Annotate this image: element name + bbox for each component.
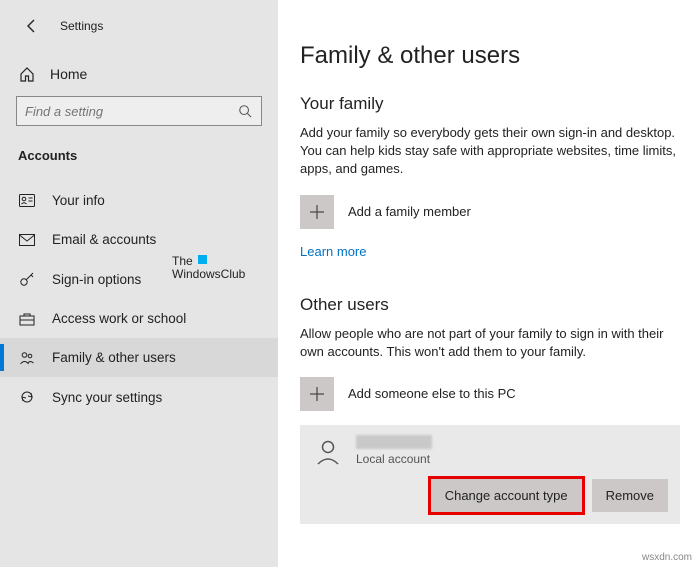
user-name-redacted	[356, 435, 432, 449]
learn-more-link[interactable]: Learn more	[300, 244, 366, 259]
nav-email-accounts[interactable]: Email & accounts	[0, 220, 278, 259]
home-icon	[18, 66, 36, 82]
plus-icon	[300, 195, 334, 229]
section-label: Accounts	[0, 148, 278, 181]
plus-icon	[300, 377, 334, 411]
search-icon	[237, 104, 253, 118]
other-users-desc: Allow people who are not part of your fa…	[300, 325, 680, 361]
main-content: Family & other users Your family Add you…	[278, 0, 700, 567]
remove-account-button[interactable]: Remove	[592, 479, 668, 512]
back-button[interactable]	[18, 12, 46, 40]
nav-sync-settings[interactable]: Sync your settings	[0, 377, 278, 417]
sync-icon	[18, 389, 36, 405]
user-avatar-icon	[312, 435, 344, 467]
arrow-left-icon	[24, 18, 40, 34]
nav-label: Sign-in options	[52, 272, 141, 287]
nav-label: Email & accounts	[52, 232, 156, 247]
people-icon	[18, 351, 36, 365]
nav-your-info[interactable]: Your info	[0, 181, 278, 220]
other-users-title: Other users	[300, 295, 680, 315]
nav-label: Access work or school	[52, 311, 186, 326]
add-family-label: Add a family member	[348, 204, 471, 219]
watermark-footer: wsxdn.com	[642, 552, 692, 563]
nav-family-other-users[interactable]: Family & other users	[0, 338, 278, 377]
nav-signin-options[interactable]: Sign-in options	[0, 259, 278, 299]
user-account-type: Local account	[356, 452, 432, 466]
briefcase-icon	[18, 312, 36, 326]
nav-home[interactable]: Home	[0, 58, 278, 96]
search-input[interactable]	[25, 104, 237, 119]
add-family-member[interactable]: Add a family member	[300, 195, 680, 229]
change-account-type-button[interactable]: Change account type	[431, 479, 582, 512]
settings-sidebar: Settings Home Accounts Your info E	[0, 0, 278, 567]
page-title: Family & other users	[300, 42, 680, 70]
window-title: Settings	[60, 19, 103, 33]
user-account-block[interactable]: Local account Change account type Remove	[300, 425, 680, 524]
key-icon	[18, 271, 36, 287]
nav-label: Family & other users	[52, 350, 176, 365]
nav-home-label: Home	[50, 66, 87, 82]
nav-label: Sync your settings	[52, 390, 162, 405]
nav-access-work-school[interactable]: Access work or school	[0, 299, 278, 338]
add-other-label: Add someone else to this PC	[348, 386, 516, 401]
family-section-title: Your family	[300, 94, 680, 114]
nav-label: Your info	[52, 193, 105, 208]
id-card-icon	[18, 194, 36, 207]
search-box[interactable]	[16, 96, 262, 126]
mail-icon	[18, 234, 36, 246]
family-section-desc: Add your family so everybody gets their …	[300, 124, 680, 179]
add-other-user[interactable]: Add someone else to this PC	[300, 377, 680, 411]
